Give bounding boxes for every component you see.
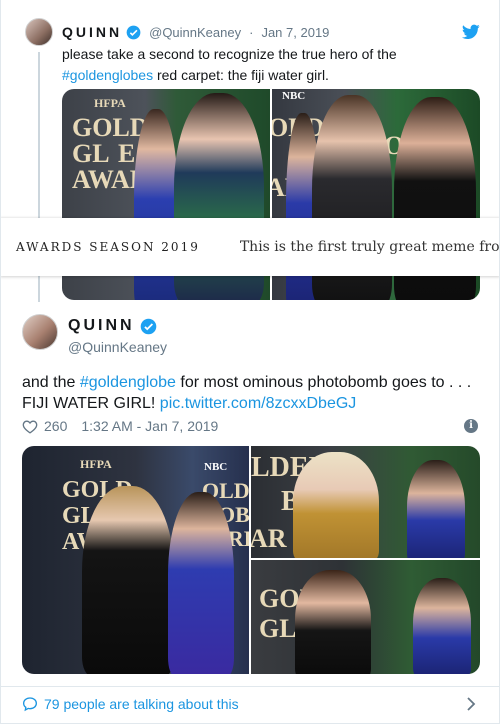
tweet2-author[interactable]: QUINN (68, 317, 157, 335)
photo-person (293, 452, 379, 558)
meta-separator: · (249, 24, 254, 40)
board-text: GL (72, 139, 110, 168)
board-text: GL (259, 614, 297, 643)
photo-person (407, 460, 465, 558)
conversation-link[interactable]: 79 people are talking about this (22, 696, 239, 712)
tweet-text: red carpet: the fiji water girl. (156, 67, 329, 83)
avatar[interactable] (25, 18, 53, 46)
tweet1-header: QUINN @QuinnKeaney · Jan 7, 2019 (62, 24, 329, 40)
media-photo[interactable]: HFPA GOLD GL AW NBC OLDE OB ARDS (22, 446, 249, 674)
like-count[interactable]: 260 (44, 418, 67, 434)
board-text: NBC (282, 90, 306, 102)
tweet2-media[interactable]: HFPA GOLD GL AW NBC OLDE OB ARDS LDEN BE… (22, 446, 480, 674)
media-link[interactable]: pic.twitter.com/8zcxxDbeGJ (160, 395, 357, 412)
board-text: E (118, 139, 136, 168)
tweet2-text: and the #goldenglobe for most ominous ph… (22, 372, 482, 414)
photo-person (82, 486, 174, 674)
twitter-bird-icon[interactable] (462, 24, 480, 40)
divider (0, 686, 500, 687)
tweet-date[interactable]: Jan 7, 2019 (261, 25, 329, 40)
board-text: AR (251, 524, 287, 553)
board-text: HFPA (80, 457, 112, 471)
tweet-timestamp[interactable]: 1:32 AM - Jan 7, 2019 (81, 418, 218, 434)
hashtag-link[interactable]: #goldenglobe (80, 374, 176, 391)
article-banner[interactable]: AWARDS SEASON 2019 This is the first tru… (0, 218, 500, 276)
tweet1-text: please take a second to recognize the tr… (62, 44, 482, 86)
tweet-text: please take a second to recognize the tr… (62, 46, 397, 62)
banner-headline[interactable]: This is the first truly great meme from … (240, 239, 500, 255)
banner-section-label[interactable]: AWARDS SEASON 2019 (16, 240, 200, 254)
photo-person (295, 570, 371, 674)
board-text: HFPA (94, 96, 126, 110)
tweet-text: for most ominous photobomb goes to . . . (180, 374, 472, 391)
embedded-tweet-card: QUINN @QuinnKeaney · Jan 7, 2019 please … (0, 0, 500, 724)
tweet-actions: 260 1:32 AM - Jan 7, 2019 (22, 418, 218, 434)
hashtag-link[interactable]: #goldenglobes (62, 67, 153, 83)
media-photo[interactable]: GOL GL (251, 560, 480, 674)
avatar[interactable] (22, 314, 58, 350)
chevron-right-icon[interactable] (466, 697, 476, 711)
heart-icon[interactable] (22, 419, 38, 434)
tweet-text: FIJI WATER GIRL! (22, 395, 156, 412)
author-handle[interactable]: @QuinnKeaney (149, 25, 241, 40)
photo-person (413, 578, 471, 674)
info-icon[interactable]: i (464, 419, 478, 433)
talking-count-text[interactable]: 79 people are talking about this (44, 696, 239, 712)
verified-badge-icon (140, 318, 156, 334)
photo-person (168, 492, 234, 674)
tweet-text: and the (22, 374, 76, 391)
author-handle[interactable]: @QuinnKeaney (68, 339, 167, 355)
verified-badge-icon (126, 25, 141, 39)
author-name[interactable]: QUINN (62, 24, 122, 40)
board-text: NBC (204, 461, 228, 473)
author-name[interactable]: QUINN (68, 317, 135, 335)
comment-icon (22, 697, 38, 712)
media-photo[interactable]: LDEN BE AR (251, 446, 480, 558)
